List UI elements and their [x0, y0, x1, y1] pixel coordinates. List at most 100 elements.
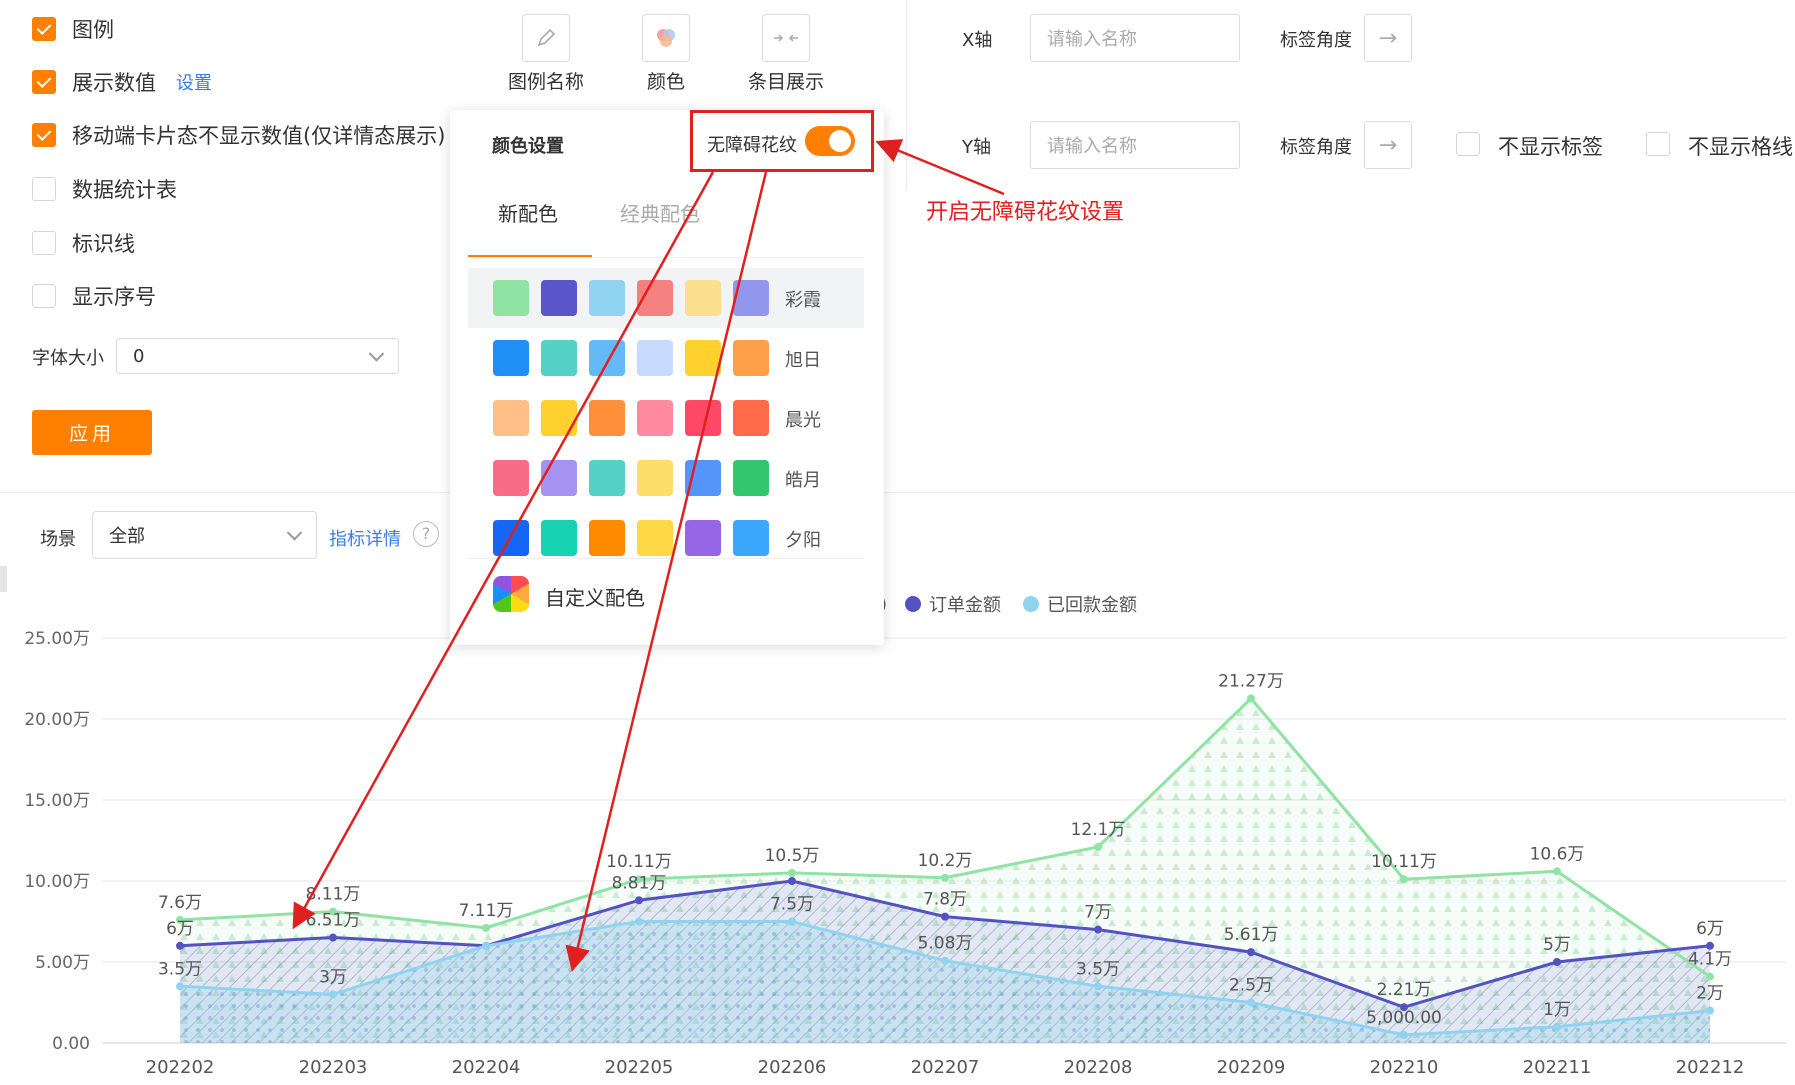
mobile-hide-values-checkbox[interactable] — [32, 123, 56, 147]
font-size-select[interactable]: 0 — [116, 338, 399, 374]
x-tick-label: 202205 — [605, 1057, 674, 1078]
color-swatch — [589, 340, 625, 376]
hide-labels-label: 不显示标签 — [1498, 135, 1603, 159]
color-scheme-name: 皓月 — [785, 470, 821, 491]
tab-classic-colors[interactable]: 经典配色 — [620, 198, 700, 227]
y-tick-label: 5.00万 — [35, 953, 90, 973]
option-marker-line[interactable]: 标识线 — [32, 228, 135, 258]
metric-details-link[interactable]: 指标详情 — [329, 525, 401, 551]
color-tool-label: 颜色 — [646, 71, 685, 93]
option-data-table[interactable]: 数据统计表 — [32, 174, 177, 204]
data-label: 7.6万 — [158, 893, 202, 913]
option-label: 显示序号 — [72, 285, 156, 309]
data-point — [1706, 1006, 1714, 1015]
color-swatch — [541, 400, 577, 436]
y-tick-label: 15.00万 — [24, 791, 90, 811]
show-index-checkbox[interactable] — [32, 284, 56, 308]
tab-divider — [468, 257, 864, 258]
data-point — [1094, 842, 1102, 851]
x-tick-label: 202210 — [1370, 1057, 1439, 1078]
data-table-checkbox[interactable] — [32, 177, 56, 201]
data-point — [1247, 998, 1255, 1007]
x-tick-label: 202212 — [1676, 1057, 1745, 1078]
arrow-right-icon: → — [1378, 132, 1398, 158]
color-swatch — [637, 460, 673, 496]
font-size-value: 0 — [133, 345, 145, 367]
data-point — [1247, 948, 1255, 957]
hide-grid-label: 不显示格线 — [1688, 135, 1793, 159]
y-axis-angle-label: 标签角度 — [1280, 137, 1352, 158]
chevron-down-icon — [286, 525, 303, 541]
apply-button[interactable]: 应用 — [32, 410, 152, 455]
color-swatch — [637, 280, 673, 316]
data-point — [1400, 875, 1408, 884]
option-label: 数据统计表 — [72, 178, 177, 202]
font-size-label: 字体大小 — [32, 348, 104, 369]
y-axis-angle-button[interactable]: → — [1364, 121, 1412, 169]
y-axis-label: Y轴 — [962, 137, 991, 158]
data-point — [176, 941, 184, 950]
data-label: 7万 — [1084, 903, 1112, 923]
color-scheme-name: 旭日 — [785, 350, 821, 371]
hide-grid-checkbox[interactable] — [1646, 132, 1670, 156]
help-icon[interactable]: ? — [413, 521, 439, 547]
color-swatch — [637, 520, 673, 556]
data-label: 2.21万 — [1377, 980, 1432, 1000]
y-tick-label: 0.00 — [52, 1034, 90, 1054]
marker-line-checkbox[interactable] — [32, 231, 56, 255]
color-swatch — [541, 520, 577, 556]
data-label: 10.2万 — [918, 851, 973, 871]
show-values-checkbox[interactable] — [32, 70, 56, 94]
legend-checkbox[interactable] — [32, 17, 56, 41]
popup-title: 颜色设置 — [492, 136, 564, 157]
data-label: 5.08万 — [918, 934, 973, 954]
data-point — [941, 873, 949, 882]
chart-legend: ) 订单金额 已回款金额 — [880, 591, 1137, 617]
annotation-highlight-box — [690, 110, 874, 172]
option-legend[interactable]: 图例 — [32, 14, 114, 44]
color-swatch — [589, 520, 625, 556]
pencil-icon — [537, 28, 556, 47]
data-label: 5万 — [1543, 935, 1571, 955]
scene-label: 场景 — [40, 529, 76, 550]
color-swatch — [733, 280, 769, 316]
data-point — [482, 923, 490, 932]
option-show-index[interactable]: 显示序号 — [32, 281, 156, 311]
color-swatch — [493, 400, 529, 436]
legend-name-tool-label: 图例名称 — [507, 71, 584, 93]
section-divider — [0, 492, 1795, 493]
option-label: 图例 — [72, 18, 114, 42]
chevron-down-icon — [368, 346, 385, 362]
option-mobile-hide-values[interactable]: 移动端卡片态不显示数值(仅详情态展示) — [32, 120, 445, 150]
custom-color-button[interactable]: 自定义配色 — [545, 582, 645, 611]
x-axis-name-input[interactable]: 请输入名称 — [1030, 14, 1240, 62]
area-chart: 7.6万 8.11万 7.11万 10.11万 10.5万 10.2万 12.1万 21.27… — [24, 629, 1786, 1078]
option-show-values[interactable]: 展示数值 设置 — [32, 67, 212, 97]
legend-item-paid[interactable]: 已回款金额 — [1047, 591, 1137, 617]
color-scheme-name: 彩霞 — [785, 290, 821, 311]
legend-item-order[interactable]: 订单金额 — [929, 591, 1001, 617]
option-label: 标识线 — [72, 232, 135, 256]
data-point — [1247, 694, 1255, 703]
data-point — [329, 990, 337, 999]
scene-select[interactable]: 全部 — [92, 511, 317, 559]
data-point — [941, 956, 949, 965]
color-scheme-name: 晨光 — [785, 410, 821, 431]
annotation-text: 开启无障碍花纹设置 — [926, 200, 1125, 225]
data-point — [1553, 1022, 1561, 1031]
color-swatch — [541, 280, 577, 316]
tab-new-colors[interactable]: 新配色 — [498, 198, 558, 227]
legend-name-tool-button[interactable] — [522, 14, 570, 62]
data-label: 7.5万 — [770, 895, 814, 915]
x-axis-angle-button[interactable]: → — [1364, 14, 1412, 62]
y-tick-label: 25.00万 — [24, 629, 90, 649]
hide-labels-checkbox[interactable] — [1456, 132, 1480, 156]
data-label: 6万 — [166, 919, 194, 939]
y-axis-name-input[interactable]: 请输入名称 — [1030, 121, 1240, 169]
item-display-tool-button[interactable] — [762, 14, 810, 62]
data-point — [1400, 1030, 1408, 1039]
data-label: 3.5万 — [1076, 959, 1120, 979]
data-label: 3万 — [319, 967, 347, 987]
color-tool-button[interactable] — [642, 14, 690, 62]
values-settings-link[interactable]: 设置 — [176, 69, 212, 95]
